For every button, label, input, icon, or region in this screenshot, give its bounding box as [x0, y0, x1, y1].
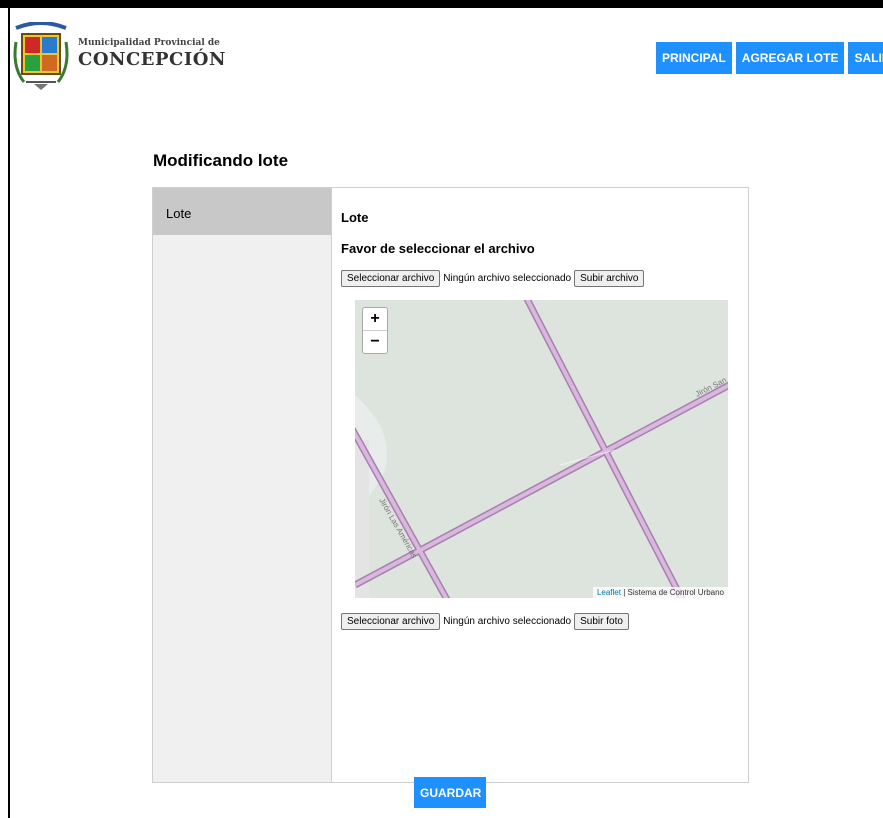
- map-attribution: Leaflet | Sistema de Control Urbano: [592, 587, 728, 598]
- map-zoom-control: + −: [362, 307, 388, 354]
- choose-photo-button[interactable]: Seleccionar archivo: [341, 613, 441, 630]
- sidebar-item-label: Lote: [166, 206, 192, 221]
- section-title: Lote: [341, 210, 369, 225]
- map-view[interactable]: Jirón San Jirón Las Américas + − Leaflet…: [355, 300, 728, 598]
- file-upload-row: Seleccionar archivo Ningún archivo selec…: [341, 270, 645, 287]
- save-button[interactable]: GUARDAR: [414, 777, 486, 808]
- page-title: Modificando lote: [153, 151, 289, 170]
- window-left-border: [8, 8, 10, 818]
- leaflet-link[interactable]: Leaflet: [597, 588, 621, 597]
- section-subtitle: Favor de seleccionar el archivo: [341, 241, 535, 256]
- brand-subtitle: Municipalidad Provincial de: [78, 38, 220, 48]
- attribution-text: | Sistema de Control Urbano: [620, 588, 724, 597]
- upload-photo-button[interactable]: Subir foto: [574, 613, 629, 630]
- map-tiles: Jirón San Jirón Las Américas: [355, 300, 728, 598]
- photo-status: Ningún archivo seleccionado: [443, 616, 572, 627]
- brand: Municipalidad Provincial de CONCEPCIÓN: [78, 38, 226, 70]
- upload-file-button[interactable]: Subir archivo: [574, 270, 645, 287]
- nav-principal-button[interactable]: PRINCIPAL: [656, 42, 732, 74]
- brand-title: CONCEPCIÓN: [78, 49, 226, 70]
- nav-salir-button[interactable]: SALIR: [848, 42, 883, 74]
- nav-agregar-lote-button[interactable]: AGREGAR LOTE: [735, 42, 845, 74]
- municipality-logo: [12, 21, 70, 92]
- sidebar: Lote: [153, 188, 332, 782]
- photo-upload-row: Seleccionar archivo Ningún archivo selec…: [341, 613, 629, 630]
- file-status: Ningún archivo seleccionado: [443, 273, 572, 284]
- window-top-border: [0, 0, 883, 8]
- edit-panel: Lote Lote Favor de seleccionar el archiv…: [152, 187, 749, 783]
- top-nav: PRINCIPAL AGREGAR LOTE SALIR: [656, 42, 883, 74]
- sidebar-item-lote[interactable]: Lote: [153, 188, 331, 235]
- zoom-in-button[interactable]: +: [363, 308, 387, 330]
- choose-file-button[interactable]: Seleccionar archivo: [341, 270, 441, 287]
- zoom-out-button[interactable]: −: [363, 330, 387, 353]
